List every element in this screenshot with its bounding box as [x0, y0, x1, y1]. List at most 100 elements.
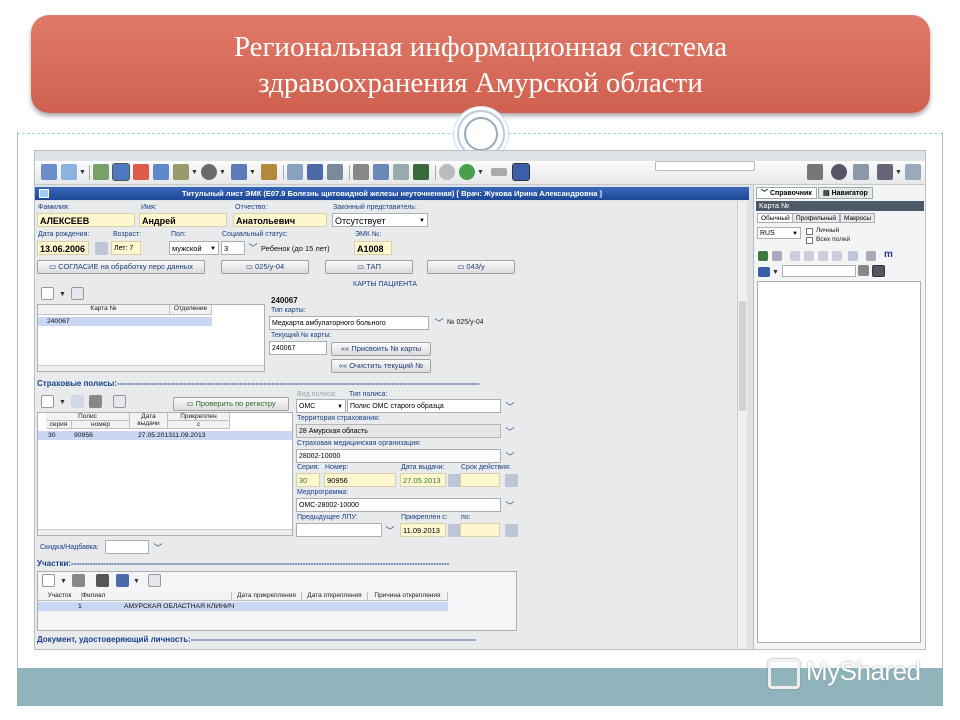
calendar-icon[interactable] [95, 242, 108, 255]
col-card-number[interactable]: Карта № [38, 305, 170, 315]
chevron-down-icon[interactable]: ﹀ [505, 403, 515, 412]
open-record-icon[interactable] [61, 164, 77, 180]
chevron-down-icon[interactable]: ▼ [59, 291, 66, 298]
undo-icon[interactable] [413, 164, 429, 180]
social-code-field[interactable]: 3 [221, 241, 245, 255]
chevron-down-icon[interactable]: ▼ [59, 399, 66, 406]
new-district-icon[interactable] [42, 574, 55, 587]
col-attached-from[interactable]: с [168, 421, 230, 429]
policy-kind-select[interactable]: ОМС ▼ [296, 399, 346, 413]
chevron-down-icon[interactable]: ▼ [772, 269, 779, 276]
firstname-field[interactable]: Андрей [139, 213, 227, 227]
chevron-down-icon[interactable]: ﹀ [153, 544, 163, 553]
list-icon[interactable] [818, 251, 828, 261]
chevron-down-icon[interactable]: ﹀ [505, 428, 515, 437]
chevron-down-icon[interactable]: ▼ [60, 578, 67, 585]
refresh-icon[interactable] [831, 164, 847, 180]
chevron-down-icon[interactable]: ▼ [219, 169, 226, 176]
new-policy-icon[interactable] [41, 395, 54, 408]
calendar-icon[interactable] [848, 251, 858, 261]
col-detach-reason[interactable]: Причина открепления [368, 592, 448, 601]
side-results-list[interactable] [757, 281, 921, 643]
copy-policy-icon[interactable] [71, 395, 84, 408]
rep-select[interactable]: Отсутствует ▼ [332, 213, 428, 227]
ruler-icon[interactable] [491, 168, 507, 176]
card-type-field[interactable]: Медкарта амбулаторного больного [269, 316, 429, 330]
exit-icon[interactable] [877, 164, 893, 180]
chevron-down-icon[interactable]: ▼ [133, 578, 140, 585]
cut-icon[interactable] [353, 164, 369, 180]
help-icon[interactable] [905, 164, 921, 180]
chevron-down-icon[interactable]: ﹀ [434, 319, 444, 328]
attached-to-field[interactable] [460, 523, 500, 537]
form-vertical-scrollbar[interactable] [737, 201, 747, 649]
delete-policy-icon[interactable] [89, 395, 102, 408]
print-icon[interactable] [93, 164, 109, 180]
paste-icon[interactable] [790, 251, 800, 261]
mail-icon[interactable] [287, 164, 303, 180]
journal-icon[interactable] [261, 164, 277, 180]
edit-policy-icon[interactable] [113, 395, 126, 408]
assign-card-button[interactable]: «« Присвоить № карты [331, 342, 431, 356]
horizontal-scrollbar[interactable] [38, 365, 264, 371]
col-number[interactable]: номер [72, 421, 130, 429]
form-043-button[interactable]: ▭ 043/у [427, 260, 515, 274]
add-icon[interactable] [758, 251, 768, 261]
report-icon[interactable] [231, 164, 247, 180]
chevron-down-icon[interactable]: ▼ [477, 169, 484, 176]
tag-icon[interactable] [758, 267, 770, 277]
user-icon[interactable] [807, 164, 823, 180]
chevron-down-icon[interactable]: ▼ [191, 169, 198, 176]
chevron-down-icon[interactable]: ﹀ [505, 502, 515, 511]
save-icon[interactable] [112, 163, 130, 181]
toolbar-search-input[interactable] [655, 161, 755, 171]
tab-navigator[interactable]: ▤ Навигатор [818, 187, 873, 199]
macro-icon[interactable]: m [884, 249, 893, 260]
col-detach-date[interactable]: Дата открепления [302, 592, 368, 601]
col-branch[interactable]: Филиал [82, 592, 232, 601]
col-series[interactable]: серия [46, 421, 72, 429]
policy-type-field[interactable]: Полис ОМС старого образца [347, 399, 501, 413]
new-card-icon[interactable] [41, 287, 54, 300]
check-registry-button[interactable]: ▭ Проверить по регистру [173, 397, 289, 411]
settings-icon[interactable] [853, 164, 869, 180]
issue-field[interactable]: 27.05.2013 [400, 473, 446, 487]
tap-button[interactable]: ▭ ТАП [325, 260, 413, 274]
delete-district-icon[interactable] [72, 574, 85, 587]
clear-card-button[interactable]: «« Очистить текущий № [331, 359, 431, 373]
search-icon[interactable] [858, 265, 869, 276]
calendar-icon[interactable] [505, 474, 518, 487]
tab-reference[interactable]: ﹀ Справочник [756, 187, 817, 199]
tools-icon[interactable] [173, 164, 189, 180]
calendar-icon[interactable] [505, 524, 518, 537]
discount-field[interactable] [105, 540, 149, 554]
subtab-profile[interactable]: Профильный [792, 213, 840, 223]
table-row[interactable]: 1 АМУРСКАЯ ОБЛАСТНАЯ КЛИНИЧ [38, 602, 448, 611]
all-fields-checkbox[interactable] [806, 237, 813, 244]
clock-icon[interactable] [201, 164, 217, 180]
series-field[interactable]: 30 [296, 473, 320, 487]
col-issue-date[interactable]: Дата выдачи [130, 413, 168, 429]
edit-card-icon[interactable] [71, 287, 84, 300]
back-icon[interactable] [439, 164, 455, 180]
territory-field[interactable]: 28 Амурская область [296, 424, 501, 438]
filter-icon[interactable] [116, 574, 129, 587]
delete-icon[interactable] [133, 164, 149, 180]
sex-select[interactable]: мужской ▼ [169, 241, 219, 255]
paste-icon[interactable] [393, 164, 409, 180]
table-row[interactable]: 30 90956 27.05.2013 11.09.2013 [38, 431, 292, 440]
copy-icon[interactable] [772, 251, 782, 261]
insurer-field[interactable]: 28002-10000 [296, 449, 501, 463]
prev-lpu-field[interactable] [296, 523, 382, 537]
chevron-down-icon[interactable]: ▼ [79, 169, 86, 176]
copy-icon[interactable] [373, 164, 389, 180]
chevron-down-icon[interactable]: ▼ [249, 169, 256, 176]
col-department[interactable]: Отделение [170, 305, 212, 315]
attach-icon[interactable] [96, 574, 109, 587]
print-icon[interactable] [866, 251, 876, 261]
valid-field[interactable] [460, 473, 500, 487]
lastname-field[interactable]: АЛЕКСЕЕВ [37, 213, 135, 227]
language-select[interactable]: RUS ▼ [757, 227, 801, 239]
chevron-down-icon[interactable]: ﹀ [385, 527, 395, 536]
subtab-normal[interactable]: Обычный [757, 213, 794, 223]
